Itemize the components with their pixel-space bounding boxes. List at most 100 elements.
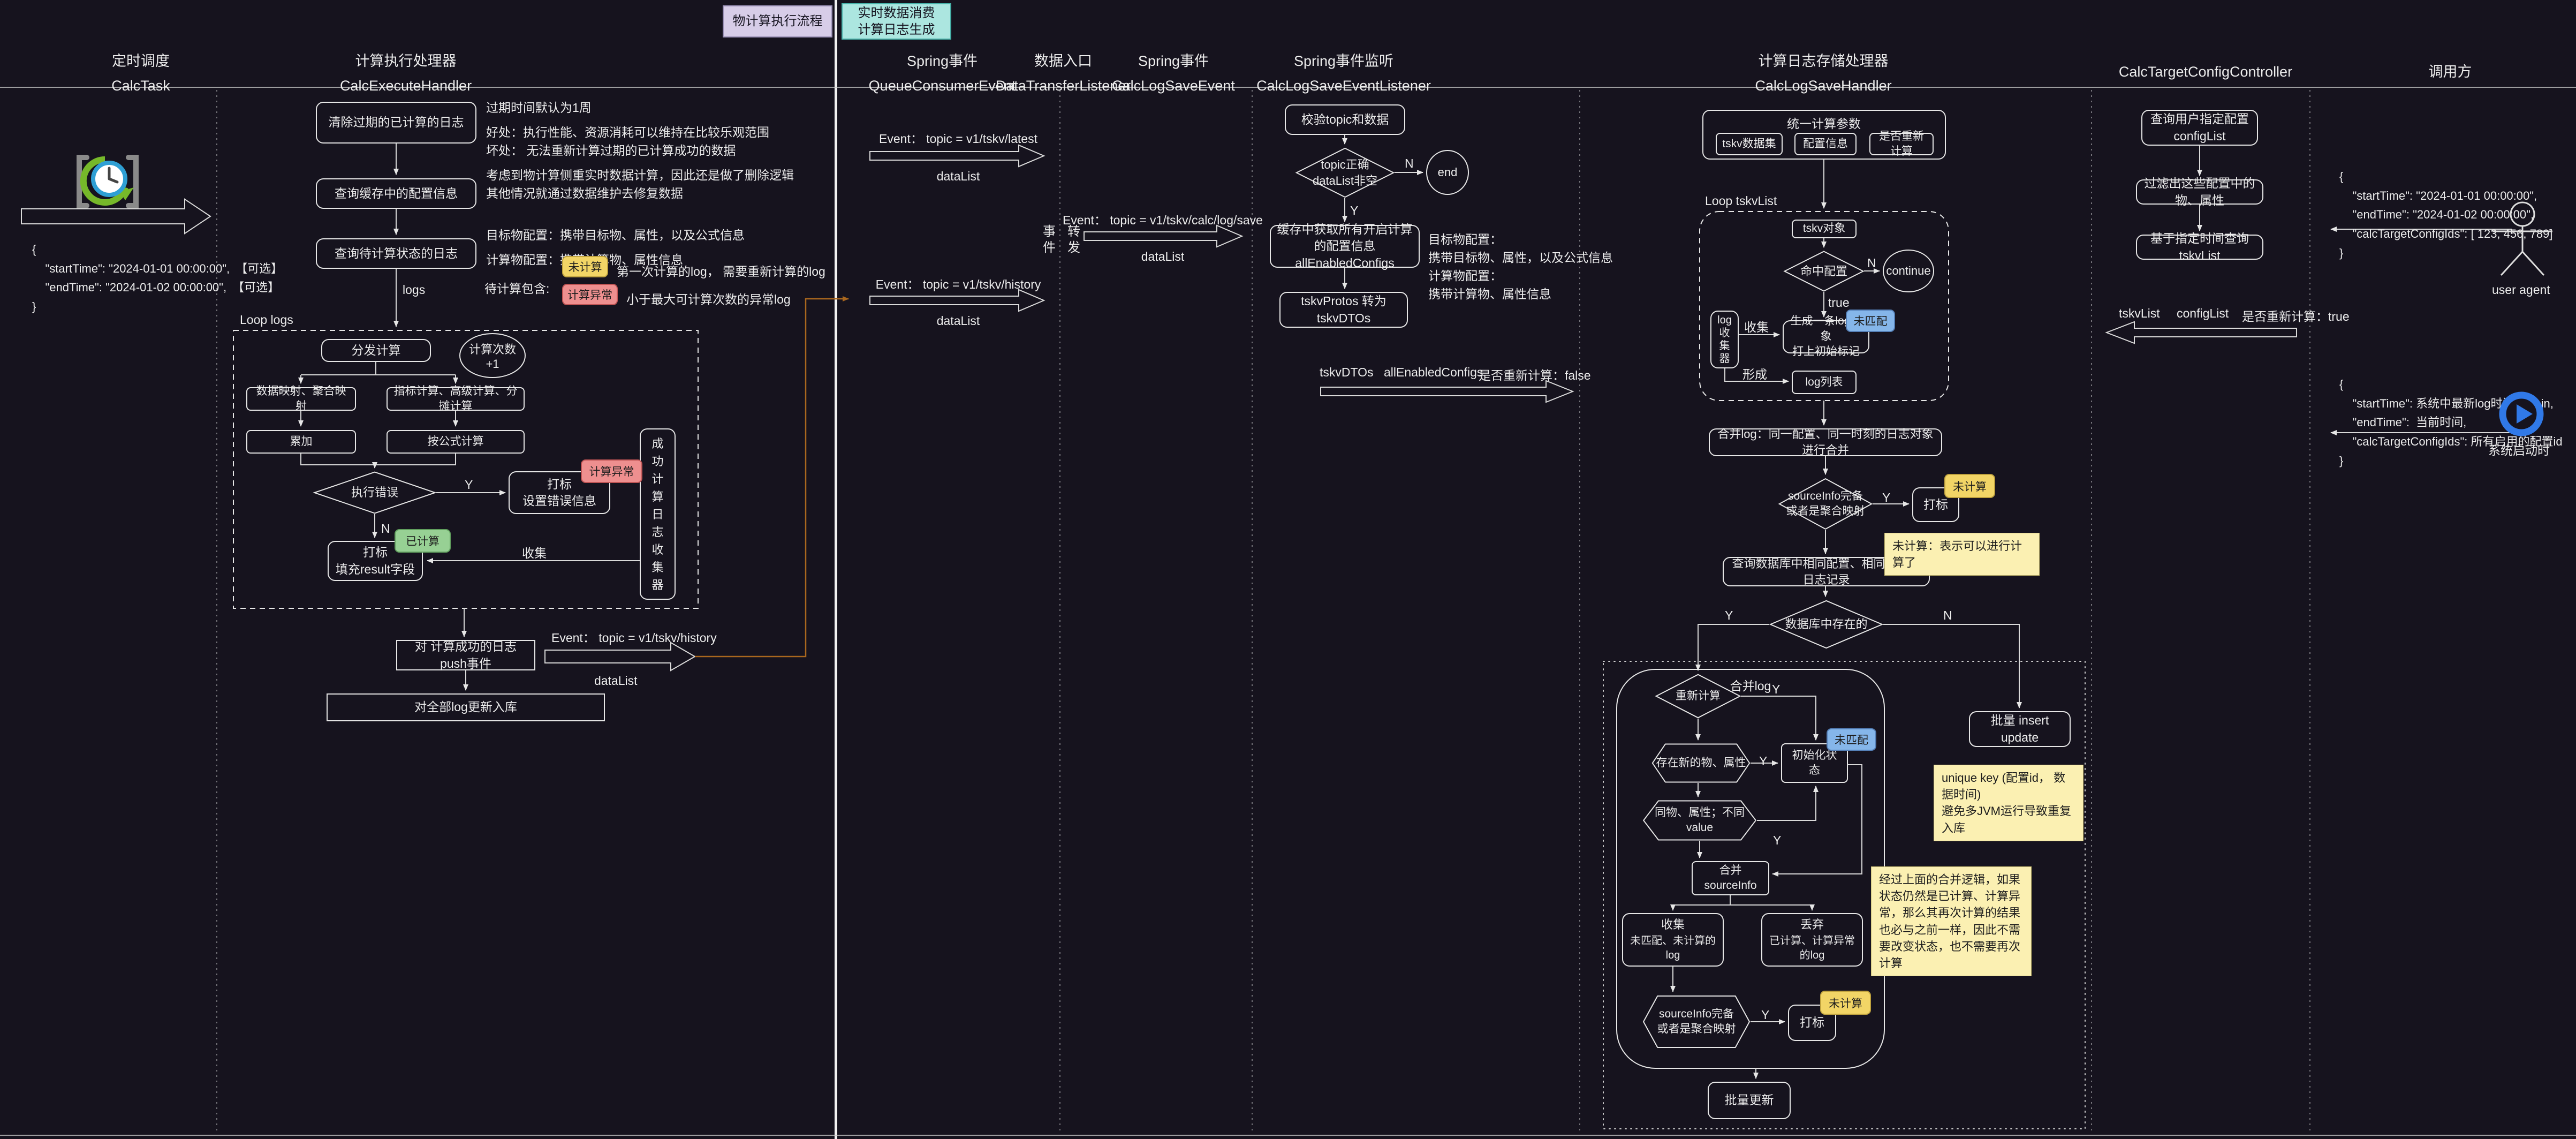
lane-header-calclogsaveeventlistener: Spring事件监听CalcLogSaveEventListener [1256,49,1431,99]
param-config-info: 配置信息 [1794,133,1857,155]
system-boot-label: 系统启动时 [2488,440,2550,458]
node-discard-logs: 丢弃已计算、计算异常的log [1761,913,1863,967]
lane-header-calcexecutehandler: 计算执行处理器CalcExecuteHandler [340,49,472,99]
listener-out-recalc-false: 是否重新计算：false [1479,365,1591,383]
node-query-user-config: 查询用户指定配置 configList [2141,110,2258,146]
note-calc-error-desc: 小于最大可计算次数的异常log [626,289,791,307]
listener-output-arrow [1321,381,1573,402]
node-log-collector: log 收 集 器 [1710,311,1739,368]
system-boot-play-icon [2499,391,2544,436]
edge-label-y: Y [1773,833,1781,848]
node-merge-log: 合并log：同一配置、同一时刻的日志对象进行合并 [1709,428,1942,456]
edge-label-true: true [1828,296,1850,310]
note-expire-default: 过期时间默认为1周 [486,97,592,116]
lane-header-calclogsaveevent: Spring事件CalcLogSaveEvent [1112,49,1235,99]
edge-label-n: N [1405,156,1414,171]
listener-out-configs: allEnabledConfigs [1384,365,1483,380]
decision-exists-in-db: 数据库中存在的 [1769,600,1883,649]
push-event-payload-label: dataList [594,674,638,688]
edge-label-y: Y [465,478,473,492]
user-agent-label: user agent [2492,283,2550,297]
lane-header-calctargetconfigcontroller: CalcTargetConfigController [2119,60,2292,85]
node-merge-sourceinfo: 合并 sourceInfo [1692,861,1769,895]
edge-label-y: Y [1772,682,1780,697]
event-save-payload-label: dataList [1141,250,1185,264]
shape-sourceinfo-complete-2: sourceInfo完备 或者是聚合映射 [1642,995,1751,1049]
note-unique-key: unique key (配置id， 数据时间) 避免多JVM运行导致重复入库 [1934,765,2083,841]
forward-label-right: 转 发 [1067,224,1080,256]
note-uncalculated-desc: 第一次计算的log， 需要重新计算的log [617,261,825,280]
edge-label-y: Y [1725,608,1733,623]
edge-label-n: N [1867,256,1876,270]
node-log-list: log列表 [1792,371,1857,394]
push-event-topic-label: Event： topic = v1/tskv/history [551,628,717,646]
node-collect-logs: 收集未匹配、未计算的log [1622,913,1724,967]
lane-separators [217,90,2310,1134]
node-update-all-logs: 对全部log更新入库 [327,693,605,721]
node-accumulate: 累加 [246,430,356,454]
task-params-json: { "startTime": "2024-01-01 00:00:00", 【可… [32,240,283,316]
note-pending-includes: 待计算包含: [484,278,549,297]
loop-logs-label: Loop logs [240,313,293,327]
badge-uncalculated-3: 未计算 [1820,991,1871,1015]
node-calc-count: 计算次数 +1 [459,333,526,378]
node-batch-update: 批量更新 [1708,1082,1791,1119]
event-history-arrow [870,290,1044,311]
node-indicator-calc: 指标计算、高级计算、分摊计算 [387,387,525,411]
event-history-topic-label: Event： topic = v1/tskv/history [876,274,1041,292]
node-data-mapping: 数据映射、聚合映射 [246,387,356,411]
legend-exec-flow: 物计算执行流程 [723,5,832,37]
node-dispatch-calc: 分发计算 [321,339,431,362]
event-latest-arrow [870,145,1044,167]
event-save-topic-label: Event： topic = v1/tskv/calc/log/save [1063,210,1263,228]
edge-label-y: Y [1350,203,1358,218]
badge-unmatched-2: 未匹配 [1827,728,1876,751]
node-validate-topic: 校验topic和数据 [1285,104,1405,135]
event-latest-payload-label: dataList [937,169,980,184]
node-query-cached-config: 查询缓存中的配置信息 [316,178,476,209]
edge-label-collect: 收集 [522,543,547,561]
lane-header-caller: 调用方 [2429,60,2472,85]
badge-unmatched: 未匹配 [1846,310,1895,332]
shape-same-attr-diff-value: 同物、属性；不同value [1642,800,1757,841]
badge-uncalculated-2: 未计算 [1944,474,1995,498]
event-save-arrow [1084,225,1242,247]
node-continue: continue [1883,250,1934,292]
lane-header-queueconsumerevent: Spring事件QueueConsumerEvent [869,49,1016,99]
shape-new-attr: 存在新的物、属性 [1651,743,1751,783]
edge-label-n: N [1943,608,1952,623]
node-end: end [1426,150,1469,195]
node-filter-config-attrs: 过滤出这些配置中的物、属性 [2136,179,2263,205]
badge-calc-error: 计算异常 [562,284,618,305]
edge-label-n: N [381,522,390,536]
event-latest-topic-label: Event： topic = v1/tskv/latest [879,129,1037,147]
note-target-config: 目标物配置：携带目标物、属性，以及公式信息 [486,225,745,243]
param-tskv-dataset: tskv数据集 [1716,133,1783,155]
controller-out-tskvlist: tskvList [2119,306,2160,321]
decision-recalc: 重新计算 [1655,674,1741,719]
controller-output-arrow [2107,322,2297,343]
decision-hit-config: 命中配置 [1784,251,1864,292]
lane-header-datatransferlistener: 数据入口DataTransferListener [996,49,1131,99]
node-query-tskvlist-by-time: 基于指定时间查询 tskvList [2136,235,2263,260]
history-feedback-wire [695,299,848,657]
legend-realtime: 实时数据消费 计算日志生成 [842,3,951,40]
note-repair: 其他情况就通过数据维护去修复数据 [486,183,683,201]
badge-calculated: 已计算 [395,529,451,553]
scheduled-task-icon [74,148,141,215]
note-merge-logic: 经过上面的合并逻辑，如果状态仍然是已计算、计算异常，那么其再次计算的结果也必与之… [1871,866,2032,976]
note-uncalculated-meaning: 未计算：表示可以进行计算了 [1884,533,2040,576]
node-convert-protos: tskvProtos 转为 tskvDTOs [1279,292,1408,328]
edge-label-form: 形成 [1742,364,1767,382]
node-push-event: 对 计算成功的日志 push事件 [396,640,535,670]
listener-out-tskvdtos: tskvDTOs [1320,365,1374,380]
legend-realtime-label: 实时数据消费 计算日志生成 [858,5,935,38]
diagram-canvas: 物计算执行流程 实时数据消费 计算日志生成 定时调度CalcTask 计算执行处… [0,0,2576,1139]
decision-sourceinfo-complete: sourceInfo完备 或者是聚合映射 [1778,478,1873,530]
note-pros: 好处：执行性能、资源消耗可以维持在比较乐观范围 [486,122,769,140]
controller-out-recalc-true: 是否重新计算：true [2242,306,2350,325]
controller-out-configlist: configList [2177,306,2229,321]
decision-topic-valid: topic正确 dataList非空 [1295,147,1395,198]
node-formula-calc: 按公式计算 [387,430,525,454]
push-event-arrow [545,643,695,670]
